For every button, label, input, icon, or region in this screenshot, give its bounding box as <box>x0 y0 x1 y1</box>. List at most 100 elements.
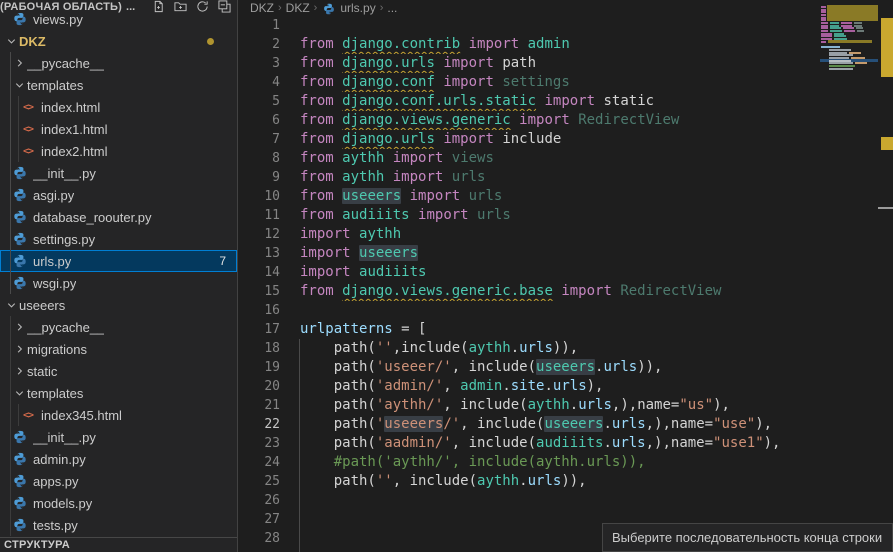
explorer-section-header[interactable]: (РАБОЧАЯ ОБЛАСТЬ) ... <box>0 0 237 13</box>
chevron-down-icon[interactable] <box>12 80 27 91</box>
code-line-3[interactable]: 3from django.urls import path <box>238 54 893 73</box>
overview-ruler[interactable] <box>878 0 893 552</box>
code-line-17[interactable]: 17urlpatterns = [ <box>238 320 893 339</box>
line-number[interactable]: 18 <box>238 339 300 358</box>
line-number[interactable]: 23 <box>238 434 300 453</box>
tree-item-urls.py[interactable]: urls.py7 <box>0 250 237 272</box>
line-number[interactable]: 5 <box>238 92 300 111</box>
line-number[interactable]: 3 <box>238 54 300 73</box>
line-number[interactable]: 13 <box>238 244 300 263</box>
code-line-26[interactable]: 26 <box>238 491 893 510</box>
line-number[interactable]: 16 <box>238 301 300 320</box>
line-number[interactable]: 27 <box>238 510 300 529</box>
code-line-7[interactable]: 7from django.urls import include <box>238 130 893 149</box>
new-folder-icon[interactable] <box>174 0 187 13</box>
tree-item-wsgi.py[interactable]: wsgi.py <box>0 272 237 294</box>
chevron-down-icon[interactable] <box>4 300 19 311</box>
code-line-12[interactable]: 12import aythh <box>238 225 893 244</box>
line-number[interactable]: 26 <box>238 491 300 510</box>
line-number[interactable]: 7 <box>238 130 300 149</box>
code-line-10[interactable]: 10from useeers import urls <box>238 187 893 206</box>
tree-item-index.html[interactable]: <>index.html <box>0 96 237 118</box>
line-number[interactable]: 11 <box>238 206 300 225</box>
code-line-14[interactable]: 14import audiiits <box>238 263 893 282</box>
code-line-19[interactable]: 19 path('useeer/', include(useeers.urls)… <box>238 358 893 377</box>
chevron-down-icon[interactable] <box>12 388 27 399</box>
line-number[interactable]: 25 <box>238 472 300 491</box>
tree-item-asgi.py[interactable]: asgi.py <box>0 184 237 206</box>
tree-item-index2.html[interactable]: <>index2.html <box>0 140 237 162</box>
code-line-11[interactable]: 11from audiiits import urls <box>238 206 893 225</box>
line-number[interactable]: 6 <box>238 111 300 130</box>
line-number[interactable]: 22 <box>238 415 300 434</box>
line-number[interactable]: 20 <box>238 377 300 396</box>
tree-item-database_roouter.py[interactable]: database_roouter.py <box>0 206 237 228</box>
line-number[interactable]: 15 <box>238 282 300 301</box>
code-line-1[interactable]: 1 <box>238 16 893 35</box>
code-line-6[interactable]: 6from django.views.generic import Redire… <box>238 111 893 130</box>
code-line-18[interactable]: 18 path('',include(aythh.urls)), <box>238 339 893 358</box>
refresh-icon[interactable] <box>196 0 209 13</box>
code-line-21[interactable]: 21 path('aythh/', include(aythh.urls,),n… <box>238 396 893 415</box>
chevron-down-icon[interactable] <box>4 36 19 47</box>
line-number[interactable]: 17 <box>238 320 300 339</box>
breadcrumb-item[interactable]: urls.py <box>340 1 375 15</box>
code-line-4[interactable]: 4from django.conf import settings <box>238 73 893 92</box>
code-line-23[interactable]: 23 path('aadmin/', include(audiiits.urls… <box>238 434 893 453</box>
code-line-8[interactable]: 8from aythh import views <box>238 149 893 168</box>
code-line-24[interactable]: 24 #path('aythh/', include(aythh.urls)), <box>238 453 893 472</box>
tree-item-DKZ[interactable]: DKZ <box>0 30 237 52</box>
tree-item-settings.py[interactable]: settings.py <box>0 228 237 250</box>
code-line-5[interactable]: 5from django.conf.urls.static import sta… <box>238 92 893 111</box>
tree-item-__init__.py[interactable]: __init__.py <box>0 162 237 184</box>
chevron-right-icon[interactable] <box>12 322 27 333</box>
line-number[interactable]: 24 <box>238 453 300 472</box>
code-area[interactable]: 12from django.contrib import admin3from … <box>238 16 893 548</box>
line-number[interactable]: 8 <box>238 149 300 168</box>
tree-item-apps.py[interactable]: apps.py <box>0 470 237 492</box>
breadcrumb-item[interactable]: ... <box>387 1 397 15</box>
minimap[interactable] <box>820 0 878 552</box>
chevron-right-icon[interactable] <box>12 366 27 377</box>
code-line-20[interactable]: 20 path('admin/', admin.site.urls), <box>238 377 893 396</box>
line-number[interactable]: 10 <box>238 187 300 206</box>
breadcrumb-item[interactable]: DKZ <box>250 1 274 15</box>
code-line-25[interactable]: 25 path('', include(aythh.urls)), <box>238 472 893 491</box>
code-line-15[interactable]: 15from django.views.generic.base import … <box>238 282 893 301</box>
line-number[interactable]: 28 <box>238 529 300 548</box>
tree-item-__init__.py[interactable]: __init__.py <box>0 426 237 448</box>
line-number[interactable]: 19 <box>238 358 300 377</box>
tree-item-index1.html[interactable]: <>index1.html <box>0 118 237 140</box>
tree-item-__pycache__[interactable]: __pycache__ <box>0 316 237 338</box>
line-number[interactable]: 1 <box>238 16 300 35</box>
code-line-9[interactable]: 9from aythh import urls <box>238 168 893 187</box>
tree-item-index345.html[interactable]: <>index345.html <box>0 404 237 426</box>
tree-item-useeers[interactable]: useeers <box>0 294 237 316</box>
line-number[interactable]: 2 <box>238 35 300 54</box>
code-line-22[interactable]: 22 path('useeers/', include(useeers.urls… <box>238 415 893 434</box>
tree-item-templates[interactable]: templates <box>0 74 237 96</box>
line-number[interactable]: 21 <box>238 396 300 415</box>
tree-item-migrations[interactable]: migrations <box>0 338 237 360</box>
chevron-right-icon[interactable] <box>12 344 27 355</box>
more-actions-icon[interactable]: ... <box>126 1 135 13</box>
tree-item-admin.py[interactable]: admin.py <box>0 448 237 470</box>
line-number[interactable]: 14 <box>238 263 300 282</box>
tree-item-models.py[interactable]: models.py <box>0 492 237 514</box>
line-number[interactable]: 9 <box>238 168 300 187</box>
line-number[interactable]: 12 <box>238 225 300 244</box>
code-line-13[interactable]: 13import useeers <box>238 244 893 263</box>
code-line-2[interactable]: 2from django.contrib import admin <box>238 35 893 54</box>
outline-section-header[interactable]: СТРУКТУРА <box>0 537 237 552</box>
collapse-all-icon[interactable] <box>218 0 231 13</box>
new-file-icon[interactable] <box>152 0 165 13</box>
code-line-16[interactable]: 16 <box>238 301 893 320</box>
tree-item-tests.py[interactable]: tests.py <box>0 514 237 536</box>
line-number[interactable]: 4 <box>238 73 300 92</box>
breadcrumb-item[interactable]: DKZ <box>286 1 310 15</box>
tree-item-templates[interactable]: templates <box>0 382 237 404</box>
sidebar-resize-sash[interactable] <box>237 0 238 552</box>
tree-item-__pycache__[interactable]: __pycache__ <box>0 52 237 74</box>
tree-item-static[interactable]: static <box>0 360 237 382</box>
chevron-right-icon[interactable] <box>12 58 27 69</box>
